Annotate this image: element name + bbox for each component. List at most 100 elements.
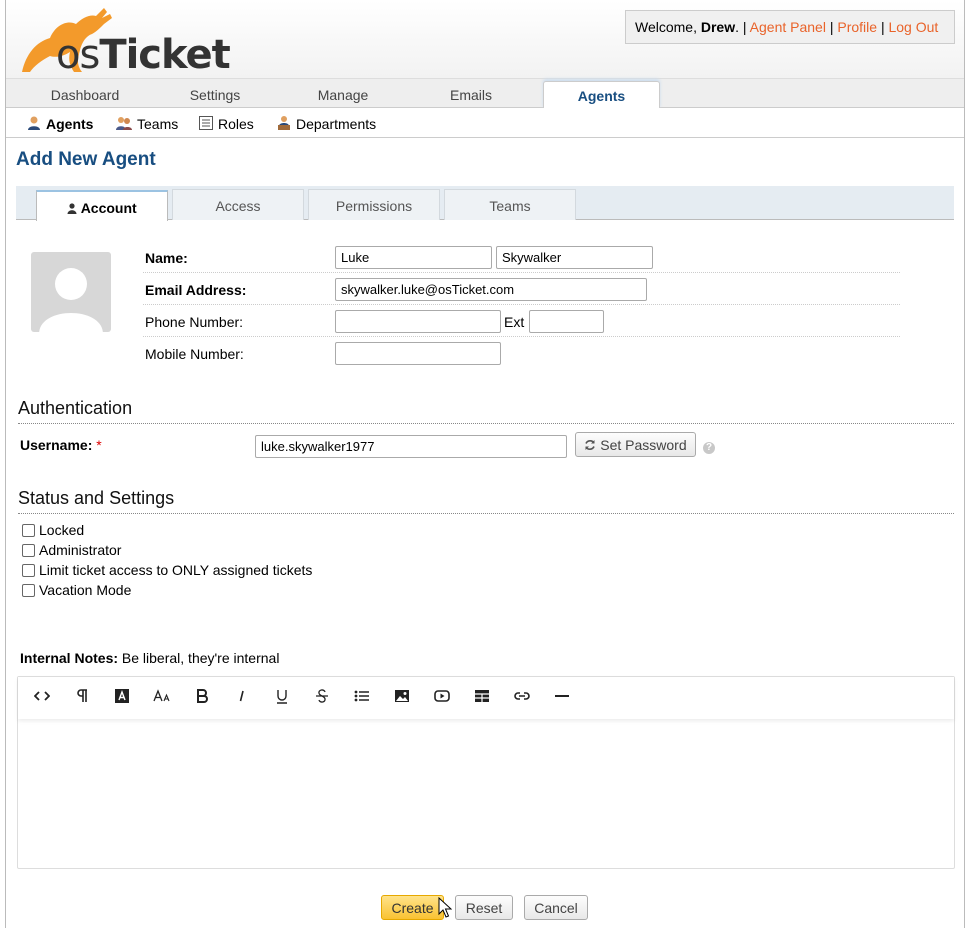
authentication-heading: Authentication xyxy=(18,398,954,424)
logout-link[interactable]: Log Out xyxy=(888,19,938,35)
list-icon[interactable] xyxy=(352,688,372,708)
reset-button[interactable]: Reset xyxy=(455,895,513,920)
strikethrough-icon[interactable] xyxy=(312,688,332,708)
tab-dashboard[interactable]: Dashboard xyxy=(26,87,144,103)
cancel-button[interactable]: Cancel xyxy=(524,895,588,920)
video-icon[interactable] xyxy=(432,688,452,708)
required-mark: * xyxy=(96,437,102,453)
osticket-logo[interactable]: osTicket xyxy=(16,2,231,78)
avatar[interactable] xyxy=(31,252,111,332)
form-tab-permissions[interactable]: Permissions xyxy=(308,189,440,220)
separator: . | xyxy=(735,19,750,35)
username-label: Username: * xyxy=(20,437,102,453)
roles-icon xyxy=(199,116,213,130)
horizontal-rule-icon[interactable] xyxy=(552,688,572,708)
limit-access-option[interactable]: Limit ticket access to ONLY assigned tic… xyxy=(22,562,312,580)
tab-emails[interactable]: Emails xyxy=(412,87,530,103)
separator: | xyxy=(825,19,838,35)
user-name: Drew xyxy=(700,19,736,35)
teams-icon xyxy=(116,117,132,130)
form-tab-label: Account xyxy=(80,200,137,216)
first-name-input[interactable] xyxy=(335,246,492,269)
page-title: Add New Agent xyxy=(16,149,156,170)
departments-icon xyxy=(278,116,290,130)
font-size-icon[interactable] xyxy=(152,688,172,708)
mouse-cursor-icon xyxy=(438,897,452,918)
separator: | xyxy=(877,19,889,35)
header: osTicket Welcome, Drew. | Agent Panel | … xyxy=(6,0,964,78)
link-icon[interactable] xyxy=(512,688,532,708)
subnav-label: Roles xyxy=(218,116,254,132)
email-input[interactable] xyxy=(335,278,647,301)
set-password-button[interactable]: Set Password xyxy=(575,432,696,457)
last-name-input[interactable] xyxy=(496,246,653,269)
internal-notes-label: Internal Notes: Be liberal, they're inte… xyxy=(20,650,279,666)
option-label: Locked xyxy=(39,522,85,538)
agent-icon xyxy=(28,116,40,130)
ext-input[interactable] xyxy=(529,310,604,333)
email-row: Email Address: xyxy=(143,273,900,305)
mobile-row: Mobile Number: xyxy=(143,337,900,369)
subnav-label: Agents xyxy=(46,116,94,132)
option-label: Administrator xyxy=(39,542,122,558)
administrator-checkbox[interactable] xyxy=(22,544,35,557)
paragraph-icon[interactable] xyxy=(72,688,92,708)
tab-settings[interactable]: Settings xyxy=(156,87,274,103)
user-icon xyxy=(67,203,77,214)
editor-toolbar xyxy=(18,677,954,719)
tab-manage[interactable]: Manage xyxy=(284,87,402,103)
subnav-label: Teams xyxy=(137,116,179,132)
username-input[interactable] xyxy=(255,435,567,458)
name-label: Name: xyxy=(145,250,188,266)
option-label: Vacation Mode xyxy=(39,582,132,598)
email-label: Email Address: xyxy=(145,282,247,298)
set-password-label: Set Password xyxy=(600,437,687,453)
help-icon[interactable]: ? xyxy=(703,442,715,454)
italic-icon[interactable] xyxy=(232,688,252,708)
mobile-input[interactable] xyxy=(335,342,501,365)
welcome-prefix: Welcome, xyxy=(635,19,701,35)
status-settings-heading: Status and Settings xyxy=(18,488,954,514)
name-row: Name: xyxy=(143,241,900,273)
phone-row: Phone Number: Ext xyxy=(143,305,900,337)
underline-icon[interactable] xyxy=(272,688,292,708)
subnav-item-departments[interactable]: Departments xyxy=(276,115,376,132)
logo-text: osTicket xyxy=(56,32,231,78)
form-tab-account[interactable]: Account xyxy=(36,190,168,221)
locked-checkbox[interactable] xyxy=(22,524,35,537)
profile-link[interactable]: Profile xyxy=(837,19,877,35)
page-frame: osTicket Welcome, Drew. | Agent Panel | … xyxy=(5,0,965,928)
avatar-placeholder-icon xyxy=(39,268,103,332)
administrator-option[interactable]: Administrator xyxy=(22,542,121,560)
mobile-label: Mobile Number: xyxy=(145,346,244,362)
code-icon[interactable] xyxy=(32,688,52,708)
locked-option[interactable]: Locked xyxy=(22,522,84,540)
bold-icon[interactable] xyxy=(192,688,212,708)
create-button[interactable]: Create xyxy=(381,895,444,920)
text-color-icon[interactable] xyxy=(112,688,132,708)
option-label: Limit ticket access to ONLY assigned tic… xyxy=(39,562,313,578)
form-tab-teams[interactable]: Teams xyxy=(444,189,576,220)
notes-hint: Be liberal, they're internal xyxy=(118,650,280,666)
top-nav: Dashboard Settings Manage Emails Agents xyxy=(6,78,964,109)
subnav-label: Departments xyxy=(296,116,377,132)
subnav-item-agents[interactable]: Agents xyxy=(26,115,93,132)
vacation-mode-checkbox[interactable] xyxy=(22,584,35,597)
form-tabs: Account Access Permissions Teams xyxy=(16,186,954,221)
phone-input[interactable] xyxy=(335,310,501,333)
notes-label-text: Internal Notes: xyxy=(20,650,119,666)
tab-agents[interactable]: Agents xyxy=(543,81,660,109)
agent-panel-link[interactable]: Agent Panel xyxy=(750,19,826,35)
form-tab-access[interactable]: Access xyxy=(172,189,304,220)
subnav-item-teams[interactable]: Teams xyxy=(115,115,178,132)
limit-access-checkbox[interactable] xyxy=(22,564,35,577)
username-label-text: Username: xyxy=(20,437,93,453)
ext-label: Ext xyxy=(504,314,525,330)
welcome-bar: Welcome, Drew. | Agent Panel | Profile |… xyxy=(625,10,955,44)
subnav-item-roles[interactable]: Roles xyxy=(198,115,254,132)
notes-editor[interactable] xyxy=(17,676,955,869)
image-icon[interactable] xyxy=(392,688,412,708)
refresh-icon xyxy=(585,440,596,450)
vacation-mode-option[interactable]: Vacation Mode xyxy=(22,582,131,600)
table-icon[interactable] xyxy=(472,688,492,708)
